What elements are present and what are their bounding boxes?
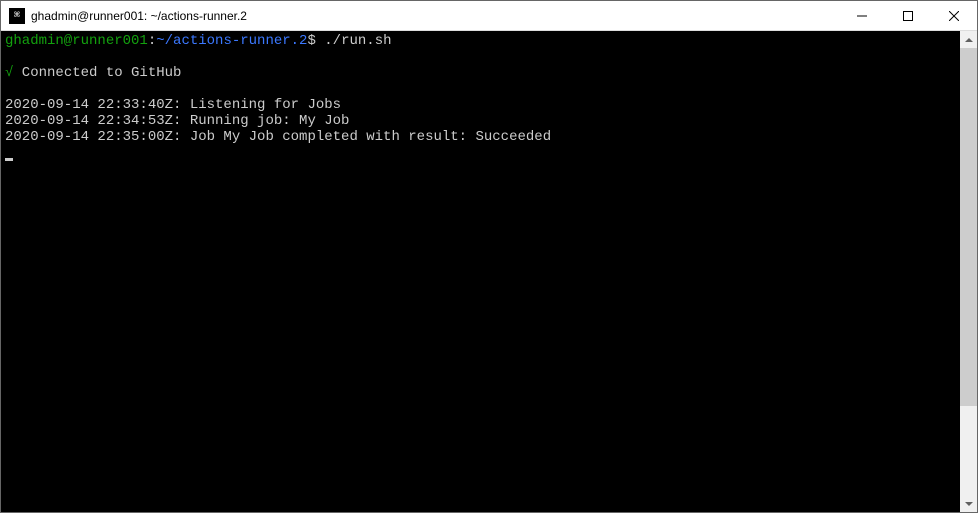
terminal-app-icon (9, 8, 25, 24)
scrollbar[interactable] (960, 31, 977, 512)
scrollbar-thumb[interactable] (960, 48, 977, 406)
scroll-down-button[interactable] (960, 495, 977, 512)
maximize-button[interactable] (885, 1, 931, 30)
window-controls (839, 1, 977, 30)
log-line: 2020-09-14 22:34:53Z: Running job: My Jo… (5, 113, 349, 129)
blank-line (5, 81, 956, 97)
minimize-icon (857, 11, 867, 21)
scrollbar-track[interactable] (960, 48, 977, 495)
log-line: 2020-09-14 22:33:40Z: Listening for Jobs (5, 97, 341, 113)
terminal-content[interactable]: ghadmin@runner001:~/actions-runner.2$ ./… (1, 31, 960, 512)
chevron-up-icon (965, 38, 973, 42)
blank-line (5, 49, 956, 65)
maximize-icon (903, 11, 913, 21)
prompt-path: ~/actions-runner.2 (156, 33, 307, 49)
titlebar: ghadmin@runner001: ~/actions-runner.2 (1, 1, 977, 31)
scroll-up-button[interactable] (960, 31, 977, 48)
prompt-colon: : (148, 33, 156, 49)
close-button[interactable] (931, 1, 977, 30)
chevron-down-icon (965, 502, 973, 506)
connected-text: Connected to GitHub (13, 65, 181, 81)
window-title: ghadmin@runner001: ~/actions-runner.2 (31, 9, 839, 23)
cursor (5, 158, 13, 161)
prompt-user-host: ghadmin@runner001 (5, 33, 148, 49)
close-icon (949, 11, 959, 21)
minimize-button[interactable] (839, 1, 885, 30)
command-text: ./run.sh (324, 33, 391, 49)
terminal-wrapper: ghadmin@runner001:~/actions-runner.2$ ./… (1, 31, 977, 512)
prompt-dollar: $ (307, 33, 315, 49)
log-line: 2020-09-14 22:35:00Z: Job My Job complet… (5, 129, 551, 145)
